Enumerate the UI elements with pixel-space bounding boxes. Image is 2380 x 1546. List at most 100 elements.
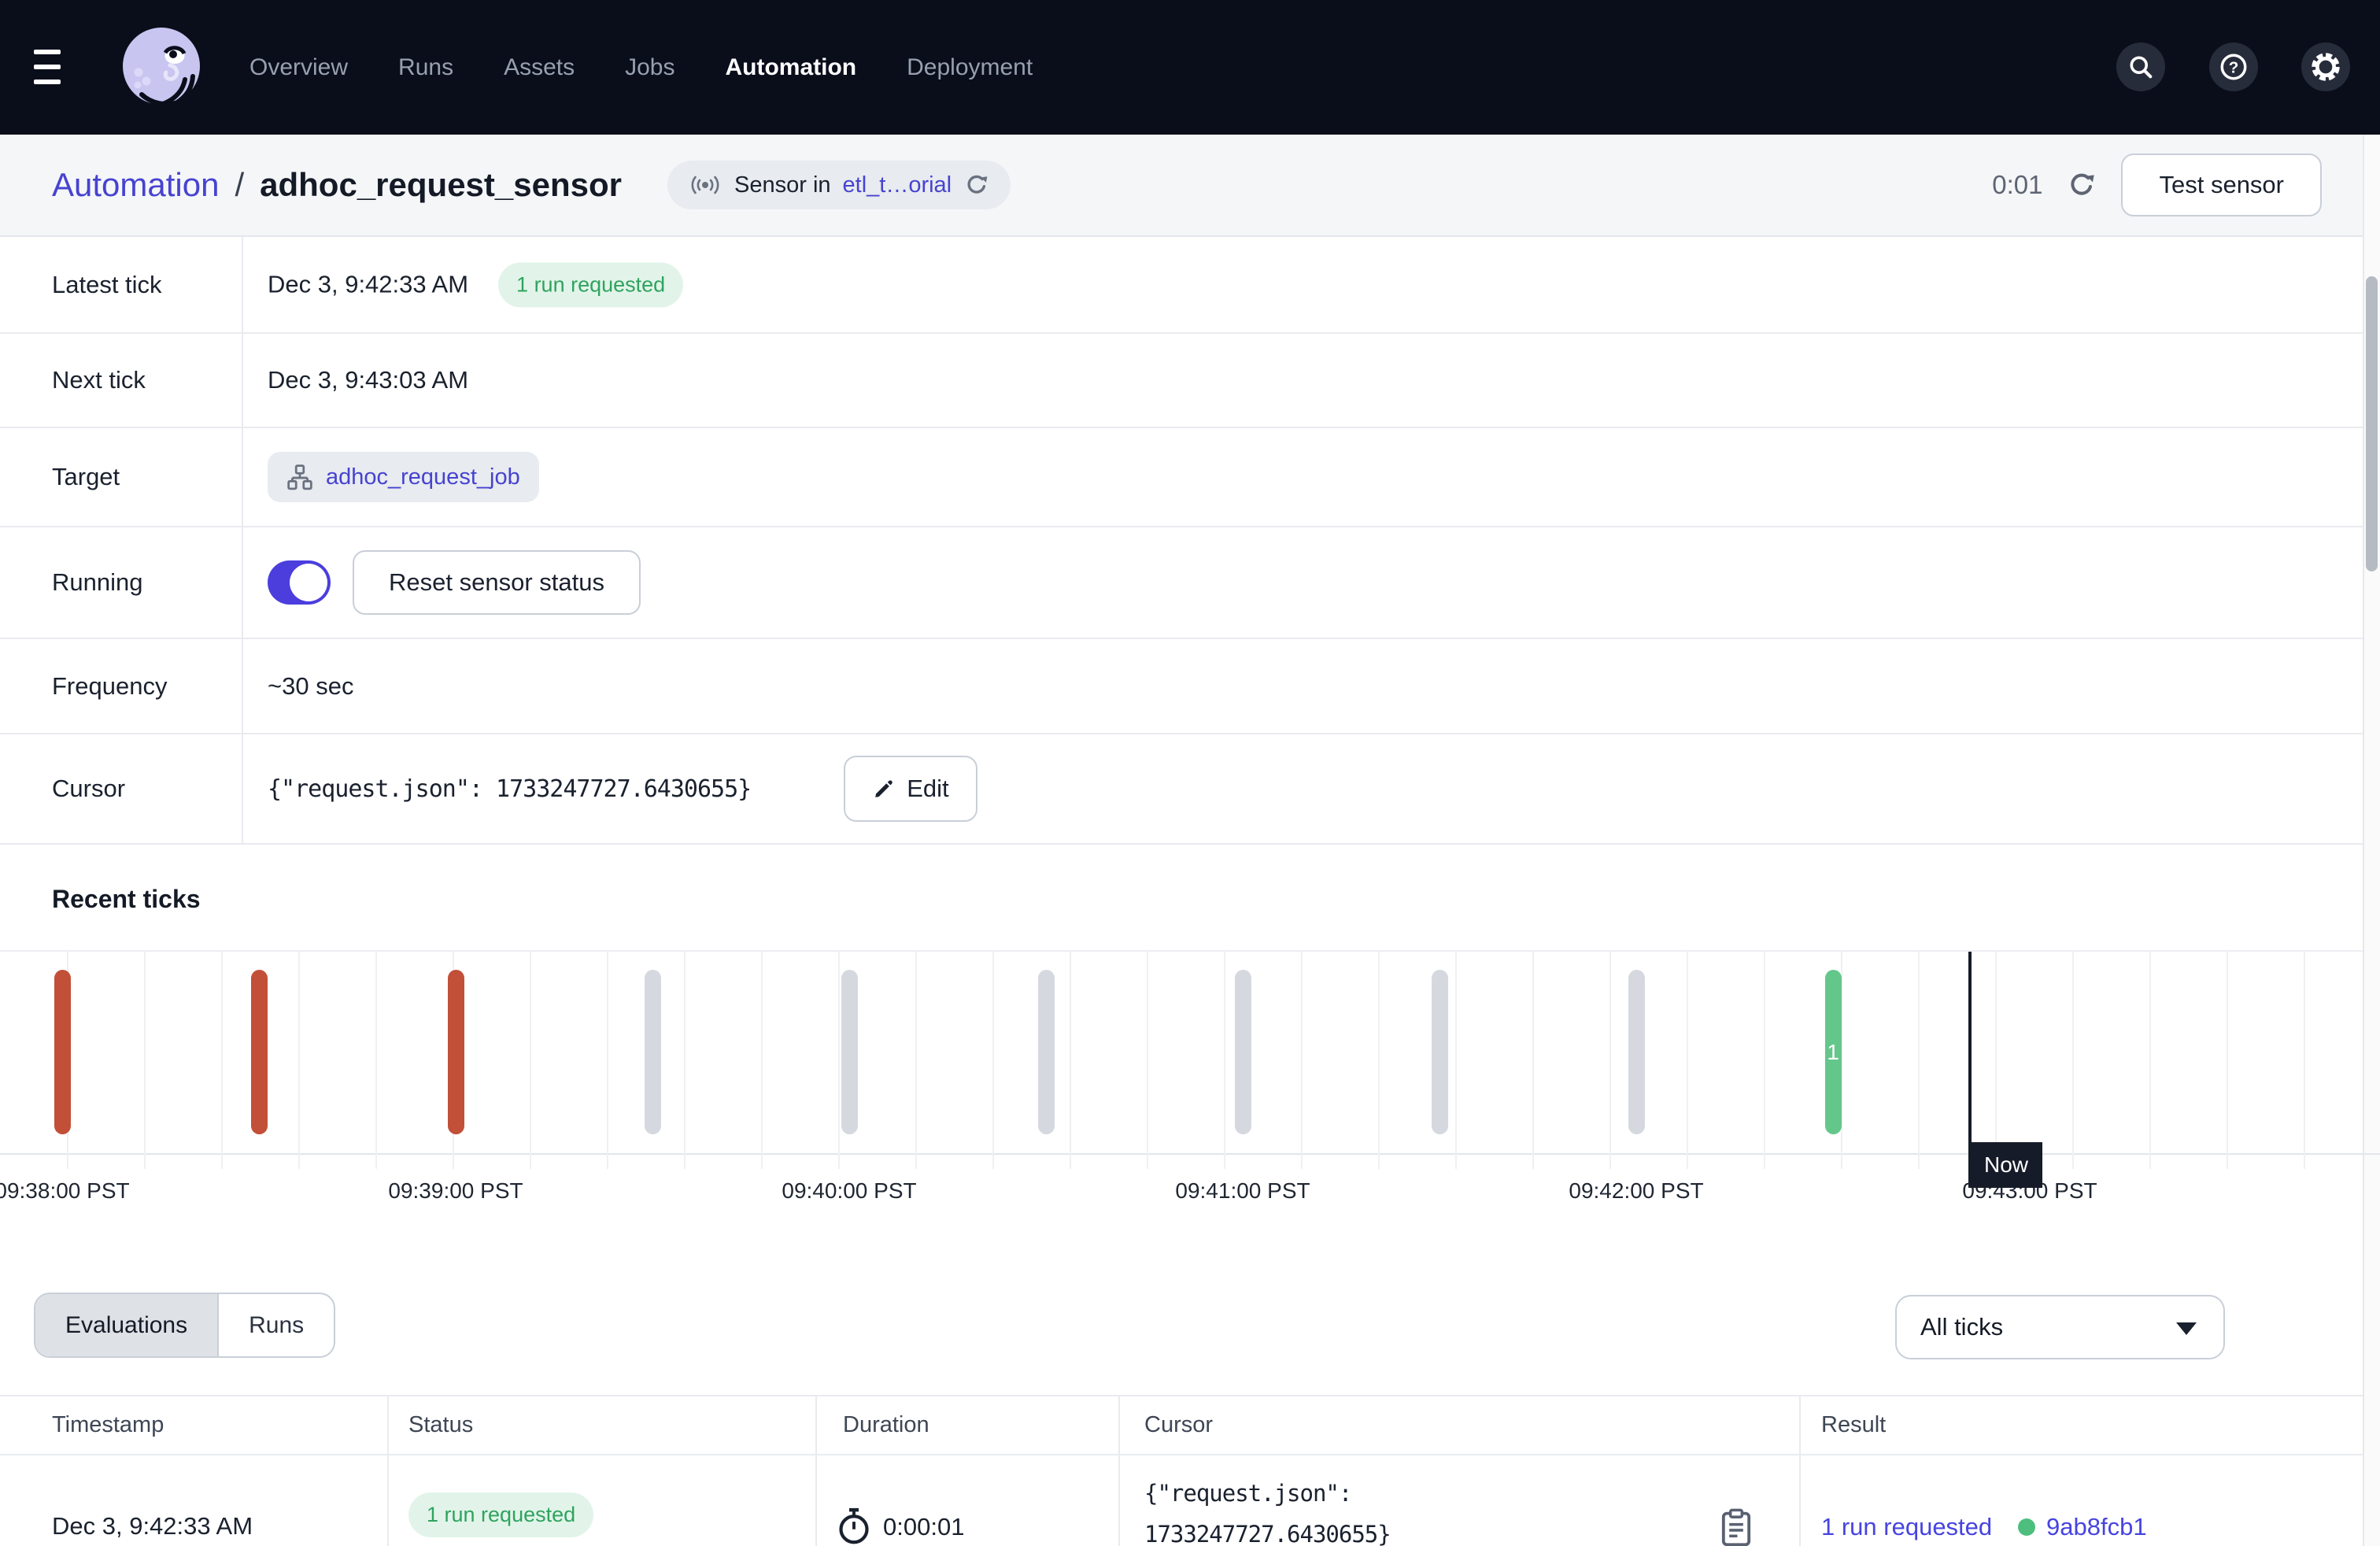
column-header-cursor: Cursor [1144, 1412, 1213, 1438]
copy-cursor-icon[interactable] [1720, 1508, 1753, 1546]
recent-ticks-title: Recent ticks [52, 885, 201, 914]
tick-bar[interactable] [1038, 970, 1055, 1134]
code-location-link[interactable]: etl_t…orial [843, 172, 952, 198]
gridline [530, 952, 531, 1169]
running-toggle[interactable] [268, 560, 331, 605]
header-actions: 0:01 Test sensor [1992, 135, 2322, 235]
now-marker-label: Now [1970, 1142, 2042, 1188]
latest-tick-row: Latest tick Dec 3, 9:42:33 AM 1 run requ… [0, 237, 2380, 334]
column-divider [387, 1396, 389, 1546]
tab-runs[interactable]: Runs [217, 1294, 334, 1356]
tick-bar[interactable] [1235, 970, 1251, 1134]
row-timestamp: Dec 3, 9:42:33 AM [52, 1512, 253, 1540]
frequency-label: Frequency [52, 672, 167, 701]
sensor-location-badge: Sensor in etl_t…orial [667, 161, 1011, 209]
gridline [1609, 952, 1611, 1169]
gridline [298, 952, 300, 1169]
column-header-result: Result [1821, 1412, 1886, 1438]
gridline [761, 952, 763, 1169]
gridline [2304, 952, 2305, 1169]
edit-cursor-button[interactable]: Edit [844, 756, 977, 822]
page-header: Automation / adhoc_request_sensor Sensor… [0, 135, 2380, 237]
search-button[interactable] [2116, 43, 2165, 91]
table-header-border [0, 1454, 2380, 1455]
target-job-link[interactable]: adhoc_request_job [326, 464, 520, 490]
row-run-id-link[interactable]: 9ab8fcb1 [2046, 1513, 2147, 1541]
nav-item-automation[interactable]: Automation [725, 54, 856, 81]
gridline [2227, 952, 2228, 1169]
next-tick-label: Next tick [52, 366, 146, 394]
gridline [1147, 952, 1148, 1169]
gridline [1687, 952, 1688, 1169]
tick-bar[interactable]: 1 [1825, 970, 1842, 1134]
column-header-duration: Duration [843, 1412, 929, 1438]
test-sensor-button[interactable]: Test sensor [2121, 153, 2322, 216]
reload-location-icon[interactable] [963, 172, 990, 198]
dagster-logo-icon[interactable] [118, 24, 205, 111]
breadcrumb-automation-link[interactable]: Automation [52, 166, 219, 204]
column-header-status: Status [408, 1412, 473, 1438]
nav-item-assets[interactable]: Assets [504, 54, 575, 81]
axis-tick-label: 09:40:00 PST [723, 1178, 975, 1204]
chevron-down-icon [2176, 1322, 2197, 1335]
sensor-icon [688, 174, 722, 196]
tick-bar[interactable] [251, 970, 268, 1134]
gridline [2072, 952, 2074, 1169]
nav-item-overview[interactable]: Overview [249, 54, 348, 81]
column-header-timestamp: Timestamp [52, 1412, 164, 1438]
view-mode-tabs: Evaluations Runs [34, 1293, 335, 1358]
tab-evaluations[interactable]: Evaluations [35, 1294, 217, 1356]
settings-button[interactable] [2301, 43, 2350, 91]
next-tick-row: Next tick Dec 3, 9:43:03 AM [0, 334, 2380, 428]
sensor-details-table: Latest tick Dec 3, 9:42:33 AM 1 run requ… [0, 237, 2380, 845]
running-row: Running Reset sensor status [0, 527, 2380, 639]
tick-bar[interactable] [645, 970, 661, 1134]
stopwatch-icon [837, 1507, 870, 1546]
gridline [915, 952, 917, 1169]
reset-sensor-status-button[interactable]: Reset sensor status [353, 550, 641, 615]
target-label: Target [52, 463, 120, 491]
tick-bar[interactable] [841, 970, 858, 1134]
run-status-dot [2018, 1518, 2035, 1536]
tick-bar[interactable] [54, 970, 71, 1134]
ticks-filter-value: All ticks [1920, 1313, 2003, 1341]
refresh-icon[interactable] [2066, 169, 2097, 201]
tick-bar[interactable] [448, 970, 464, 1134]
gridline [221, 952, 223, 1169]
gridline [1378, 952, 1380, 1169]
axis-tick-label: 09:42:00 PST [1510, 1178, 1762, 1204]
row-cursor-line1: {"request.json": [1144, 1480, 1351, 1507]
gridline [684, 952, 686, 1169]
row-cursor-line2: 1733247727.6430655} [1144, 1521, 1391, 1546]
edit-button-label: Edit [907, 775, 948, 803]
tick-bar[interactable] [1628, 970, 1645, 1134]
help-button[interactable]: ? [2209, 43, 2258, 91]
sensor-badge-prefix: Sensor in [734, 172, 831, 198]
nav-item-jobs[interactable]: Jobs [625, 54, 674, 81]
ticks-filter-select[interactable]: All ticks [1895, 1295, 2225, 1359]
gridline [1455, 952, 1457, 1169]
main-nav: Overview Runs Assets Jobs Automation Dep… [249, 0, 1033, 135]
breadcrumb-separator: / [235, 166, 244, 204]
axis-tick-label: 09:39:00 PST [330, 1178, 582, 1204]
running-label: Running [52, 568, 142, 597]
gridline [1764, 952, 1765, 1169]
nav-item-runs[interactable]: Runs [398, 54, 453, 81]
evaluations-table: Timestamp Status Duration Cursor Result … [0, 1395, 2380, 1546]
gridline [375, 952, 377, 1169]
scrollbar-thumb[interactable] [2366, 276, 2378, 571]
gridline [1224, 952, 1225, 1169]
column-divider [1118, 1396, 1120, 1546]
gridline [1301, 952, 1303, 1169]
target-job-pill[interactable]: adhoc_request_job [268, 452, 539, 502]
frequency-value: ~30 sec [268, 672, 353, 701]
row-result-link[interactable]: 1 run requested [1821, 1513, 1992, 1541]
gridline [1995, 952, 1997, 1169]
tick-bar[interactable] [1432, 970, 1448, 1134]
gridline [144, 952, 146, 1169]
column-divider [815, 1396, 817, 1546]
nav-item-deployment[interactable]: Deployment [907, 54, 1033, 81]
toggle-knob [290, 564, 327, 601]
menu-icon[interactable] [34, 50, 61, 84]
target-row: Target adhoc_request_job [0, 428, 2380, 527]
